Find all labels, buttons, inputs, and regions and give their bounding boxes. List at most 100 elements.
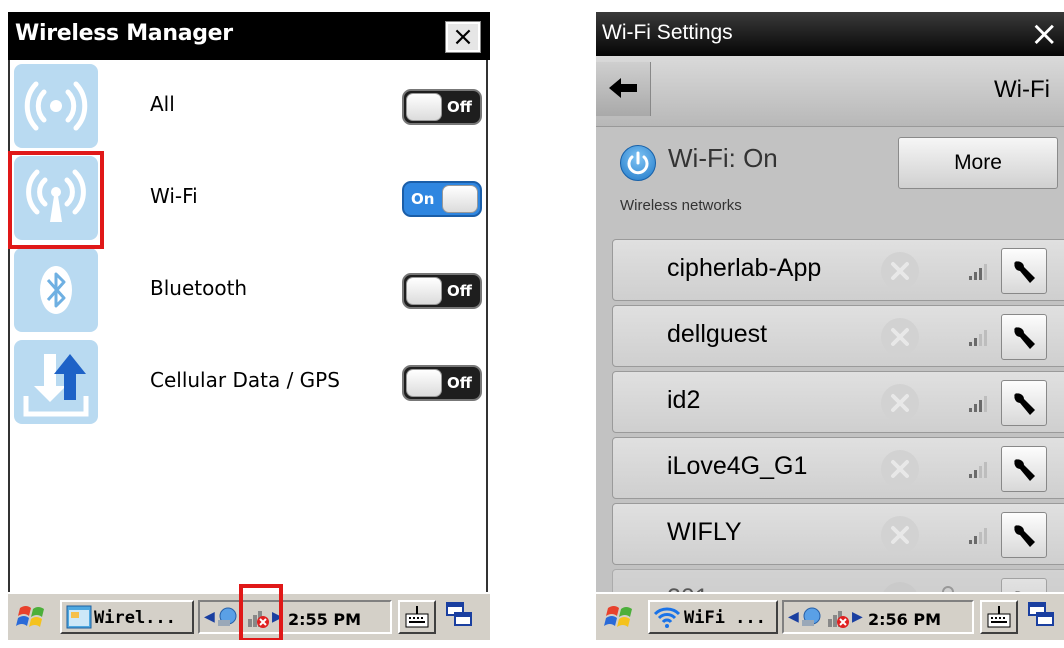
toggle-knob [406, 369, 442, 397]
toggle-bluetooth[interactable]: Off [402, 273, 482, 309]
window-title: Wireless Manager [15, 21, 233, 46]
wireless-list: All Off Wi-Fi On Bluetooth Off Cellular … [8, 60, 488, 592]
start-button[interactable] [14, 600, 54, 634]
network-name: WIFLY [667, 518, 742, 546]
network-row[interactable]: iLove4G_G1 [612, 437, 1064, 499]
forget-network-icon[interactable] [881, 516, 919, 554]
network-settings-button[interactable] [1001, 446, 1047, 492]
toggle-all[interactable]: Off [402, 89, 482, 125]
page-title: Wi-Fi [994, 76, 1050, 103]
network-globe-icon[interactable] [216, 606, 238, 628]
wifi-icon [653, 607, 681, 628]
windows-switch-icon [446, 602, 472, 626]
windows-flag-icon [16, 606, 44, 627]
tray-right-arrow-icon[interactable]: ▶ [852, 609, 863, 625]
network-name: dellguest [667, 320, 768, 348]
signal-strength-icon [969, 396, 993, 416]
network-name: iLove4G_G1 [667, 452, 808, 480]
network-globe-icon[interactable] [800, 606, 822, 628]
forget-network-icon[interactable] [881, 318, 919, 356]
wrench-icon [1014, 525, 1035, 547]
keyboard-icon [405, 606, 429, 628]
signal-strength-icon [969, 528, 993, 548]
network-row[interactable]: id2 [612, 371, 1064, 433]
keyboard-button[interactable] [980, 600, 1018, 634]
network-settings-button[interactable] [1001, 380, 1047, 426]
taskbar-app-button[interactable]: WiFi ... [648, 600, 778, 634]
taskbar-app-button[interactable]: Wirel... [60, 600, 194, 634]
wrench-icon [1014, 459, 1035, 481]
wrench-icon [1014, 393, 1035, 415]
network-row[interactable]: WIFLY [612, 503, 1064, 565]
tray-left-arrow-icon[interactable]: ◀ [788, 609, 799, 625]
toggle-wifi[interactable]: On [402, 181, 482, 217]
power-button[interactable] [620, 145, 656, 181]
signal-strength-icon [969, 264, 993, 284]
forget-network-icon[interactable] [881, 450, 919, 488]
windows-switch-icon [1028, 602, 1054, 626]
signal-strength-icon [969, 330, 993, 350]
network-row[interactable]: cipherlab-App [612, 239, 1064, 301]
toggle-knob [406, 93, 442, 121]
row-label-all: All [150, 92, 175, 116]
network-row[interactable]: dellguest [612, 305, 1064, 367]
row-all: All Off [10, 62, 490, 152]
forget-network-icon[interactable] [881, 252, 919, 290]
bluetooth-icon[interactable] [14, 248, 98, 332]
title-bar: Wi-Fi Settings × [596, 12, 1064, 56]
system-tray: ◀ ▶ 2:55 PM [198, 600, 392, 634]
tray-left-arrow-icon[interactable]: ◀ [204, 609, 215, 625]
wifi-body: Wi-Fi: On More Wireless networks cipherl… [596, 127, 1064, 631]
taskbar: WiFi ... ◀ ▶ 2:56 PM [596, 592, 1064, 640]
row-bluetooth: Bluetooth Off [10, 246, 490, 336]
wifi-settings-window: Wi-Fi Settings × Wi-Fi Wi-Fi: On More Wi… [596, 12, 1064, 640]
section-label: Wireless networks [620, 197, 742, 214]
toggle-state: Off [447, 282, 472, 300]
page-header: Wi-Fi [596, 56, 1064, 127]
system-tray: ◀ ▶ 2:56 PM [782, 600, 974, 634]
network-settings-button[interactable] [1001, 248, 1047, 294]
wrench-icon [1014, 261, 1035, 283]
back-arrow-icon [609, 78, 637, 98]
more-button[interactable]: More [898, 137, 1058, 189]
network-name: id2 [667, 386, 701, 414]
taskbar-app-label: Wirel... [94, 608, 176, 628]
desktop-button[interactable] [444, 600, 478, 634]
close-button[interactable]: × [445, 21, 481, 53]
taskbar-app-label: WiFi ... [684, 608, 766, 628]
window-title: Wi-Fi Settings [602, 21, 733, 44]
row-label-bluetooth: Bluetooth [150, 276, 248, 300]
toggle-knob [442, 185, 478, 213]
toggle-knob [406, 277, 442, 305]
toggle-cellular[interactable]: Off [402, 365, 482, 401]
wifi-status: Wi-Fi: On [668, 143, 778, 173]
network-settings-button[interactable] [1001, 512, 1047, 558]
close-icon[interactable]: × [1030, 14, 1059, 54]
power-icon [627, 151, 649, 175]
forget-network-icon[interactable] [881, 384, 919, 422]
highlight-wifi-icon [8, 151, 104, 249]
signal-strength-icon [969, 462, 993, 482]
wrench-icon [1014, 327, 1035, 349]
wireless-manager-window: Wireless Manager × All Off Wi-Fi On Blue… [8, 12, 490, 640]
start-button[interactable] [602, 600, 642, 634]
windows-flag-icon [604, 606, 632, 627]
toggle-state: Off [447, 374, 472, 392]
signal-disconnected-icon[interactable] [826, 605, 850, 629]
taskbar-clock: 2:55 PM [288, 610, 362, 629]
row-cellular: Cellular Data / GPS Off [10, 338, 490, 428]
network-name: cipherlab-App [667, 254, 822, 282]
highlight-tray-icon [239, 584, 283, 640]
network-settings-button[interactable] [1001, 314, 1047, 360]
back-button[interactable] [596, 62, 651, 116]
cellular-data-icon[interactable] [14, 340, 98, 424]
toggle-state: Off [447, 98, 472, 116]
taskbar: Wirel... ◀ ▶ 2:55 PM [8, 584, 490, 640]
title-bar: Wireless Manager × [8, 12, 490, 60]
keyboard-button[interactable] [398, 600, 436, 634]
desktop-button[interactable] [1026, 600, 1060, 634]
taskbar-clock: 2:56 PM [868, 610, 942, 629]
row-label-cellular: Cellular Data / GPS [150, 368, 340, 392]
wireless-all-icon[interactable] [14, 64, 98, 148]
row-label-wifi: Wi-Fi [150, 184, 198, 208]
